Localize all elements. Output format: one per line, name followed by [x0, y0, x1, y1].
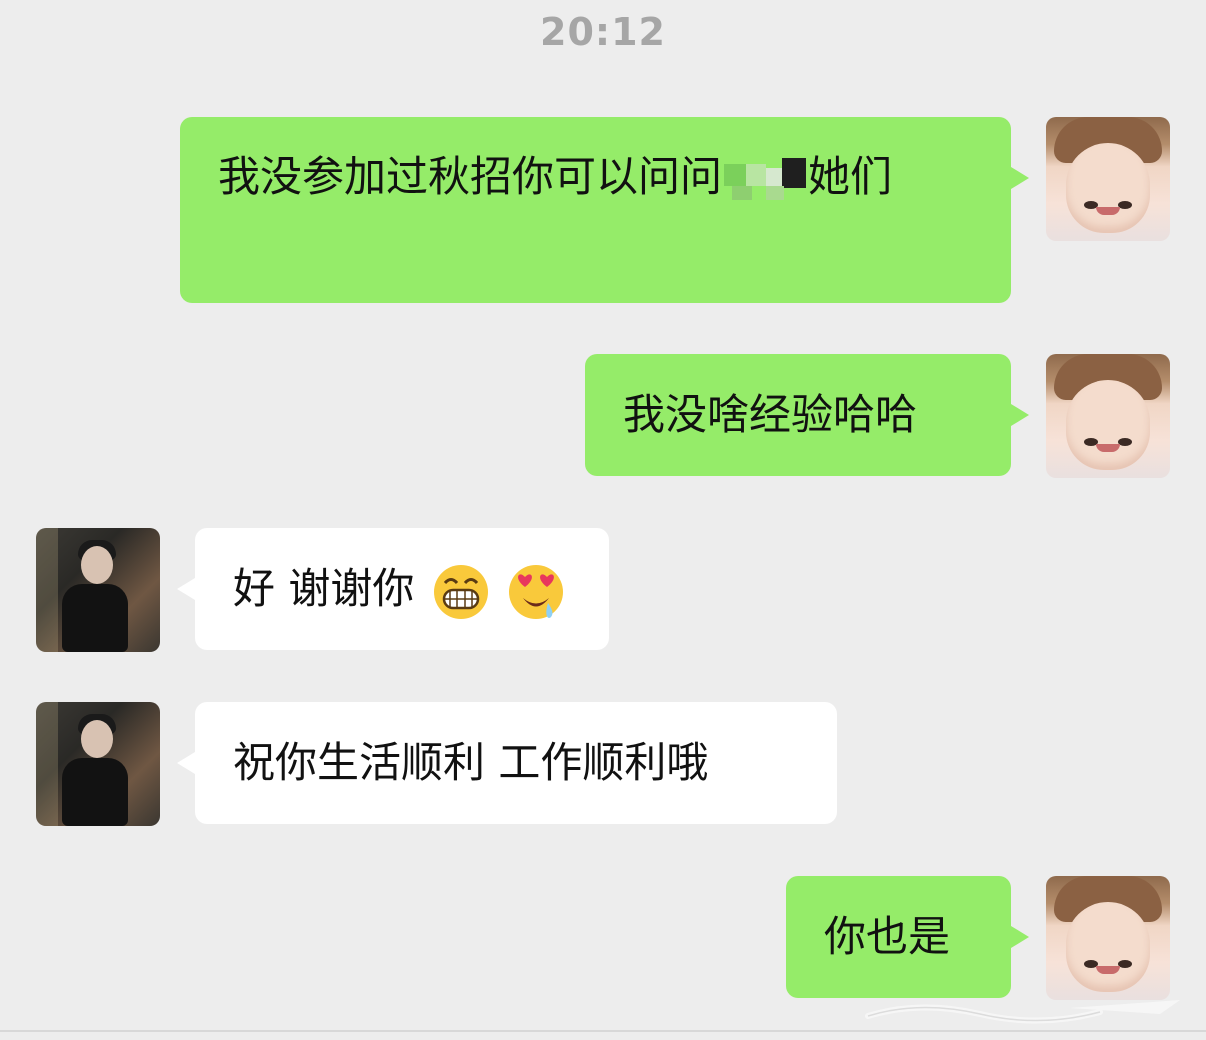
- message-bubble-self-2[interactable]: 我没啥经验哈哈: [585, 354, 1029, 476]
- message-bubble-self-3[interactable]: 你也是: [786, 876, 1029, 998]
- redacted-mosaic: [724, 157, 807, 202]
- message-bubble-friend-1[interactable]: 好 谢谢你: [177, 528, 609, 650]
- message-text: 我没啥经验哈哈: [623, 390, 918, 439]
- message-text: 你也是: [824, 912, 951, 961]
- grinning-face-emoji: [433, 564, 488, 619]
- watermark-icon: [865, 1000, 1180, 1024]
- message-text: 好 谢谢你: [233, 564, 415, 613]
- heart-eyes-drooling-emoji: [509, 564, 564, 619]
- message-bubble-self-1[interactable]: 我没参加过秋招你可以问问 她们: [180, 117, 1029, 303]
- message-text: 我没参加过秋招你可以问问: [218, 152, 723, 201]
- message-text-continued: 她们: [808, 152, 893, 201]
- friend-avatar[interactable]: [36, 702, 160, 826]
- self-avatar[interactable]: [1046, 354, 1170, 478]
- self-avatar[interactable]: [1046, 876, 1170, 1000]
- divider: [0, 1030, 1206, 1032]
- self-avatar[interactable]: [1046, 117, 1170, 241]
- message-bubble-friend-2[interactable]: 祝你生活顺利 工作顺利哦: [177, 702, 837, 824]
- friend-avatar[interactable]: [36, 528, 160, 652]
- timestamp: 20:12: [540, 10, 666, 54]
- message-text: 祝你生活顺利 工作顺利哦: [233, 738, 709, 787]
